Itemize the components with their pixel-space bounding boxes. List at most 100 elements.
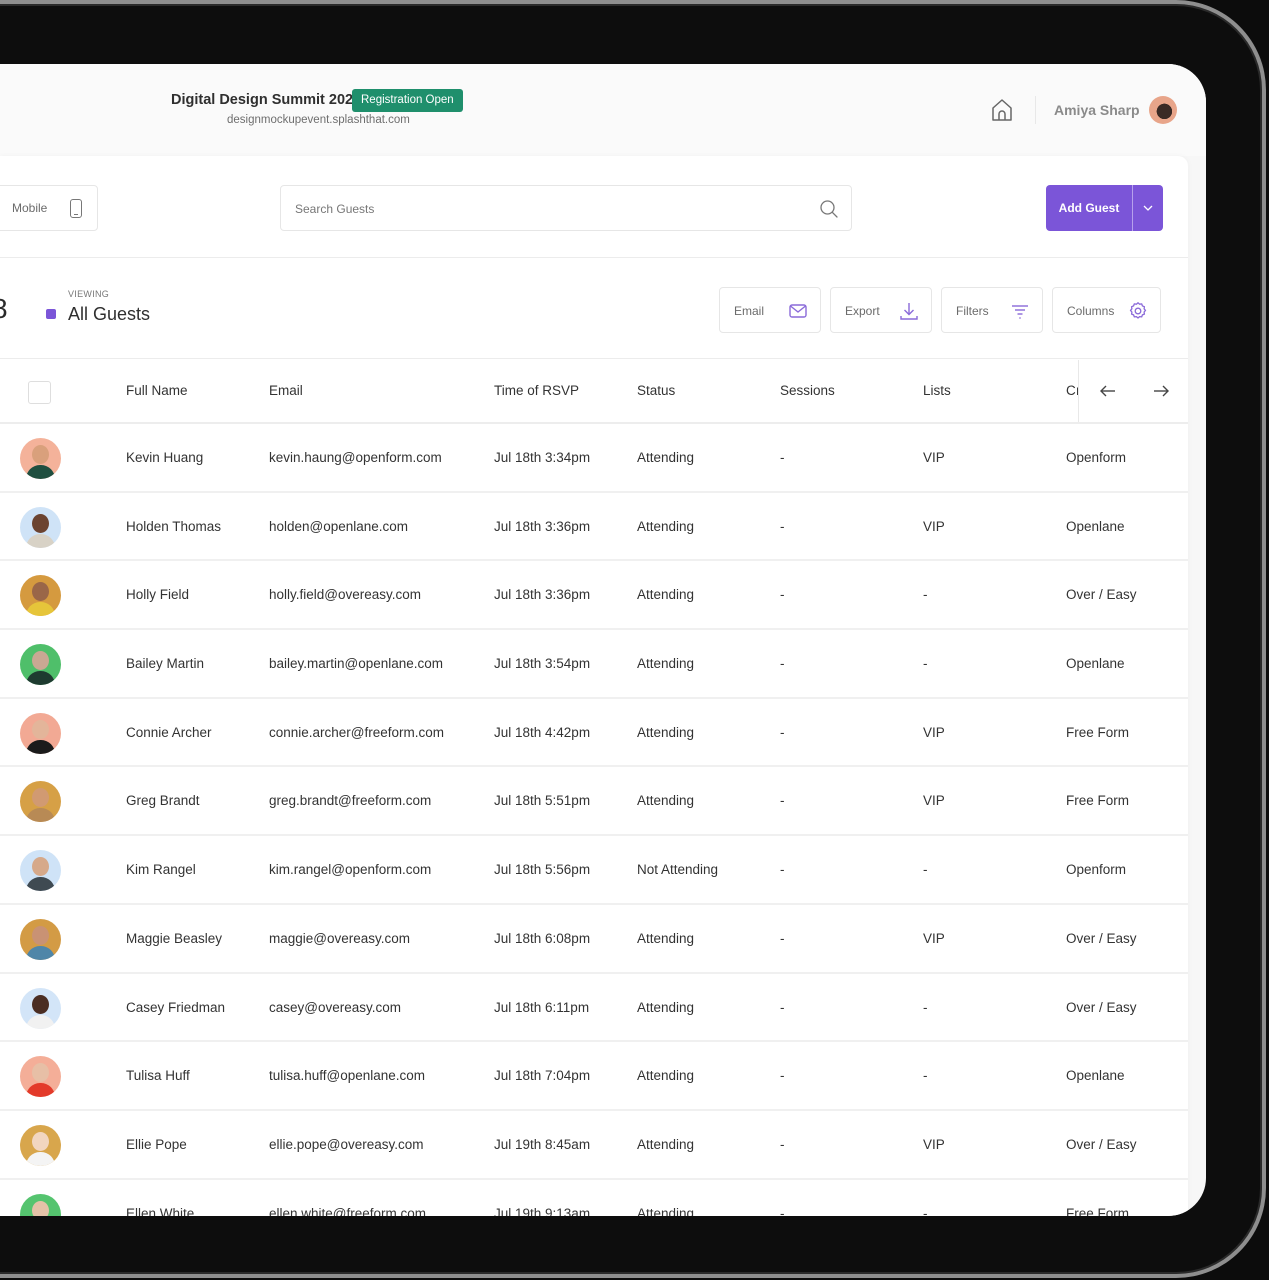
email-button-label: Email bbox=[734, 304, 765, 318]
cell-status: Attending bbox=[637, 999, 695, 1015]
cell-company: Free Form bbox=[1066, 793, 1130, 809]
cell-status: Attending bbox=[637, 450, 695, 465]
current-view-name[interactable]: All Guests bbox=[68, 304, 150, 325]
cell-email[interactable]: tulisa.huff@openlane.com bbox=[269, 1068, 425, 1083]
cell-full-name[interactable]: Maggie Beasley bbox=[126, 931, 222, 946]
cell-lists: - bbox=[923, 862, 928, 878]
cell-status: Attending bbox=[637, 1205, 695, 1216]
cell-email[interactable]: bailey.martin@openlane.com bbox=[269, 656, 443, 671]
avatar-head bbox=[32, 582, 49, 602]
cell-email[interactable]: casey@overeasy.com bbox=[269, 1000, 401, 1015]
filters-button[interactable]: Filters bbox=[941, 287, 1043, 333]
cell-full-name[interactable]: Greg Brandt bbox=[126, 793, 200, 808]
filter-icon bbox=[1012, 305, 1028, 319]
home-button[interactable] bbox=[988, 97, 1016, 123]
cell-email[interactable]: connie.archer@freeform.com bbox=[269, 725, 444, 740]
table-row[interactable]: Tulisa Huff tulisa.huff@openlane.com Jul 1… bbox=[0, 1042, 1188, 1111]
search-icon[interactable] bbox=[819, 199, 839, 219]
cell-company: Over / Easy bbox=[1066, 930, 1137, 946]
cell-full-name[interactable]: Holden Thomas bbox=[126, 519, 221, 534]
table-row[interactable]: Casey Friedman casey@overeasy.com Jul 18th… bbox=[0, 974, 1188, 1043]
cell-full-name[interactable]: Ellen White bbox=[126, 1206, 194, 1216]
search-input[interactable] bbox=[295, 198, 795, 220]
cell-sessions: - bbox=[780, 1205, 785, 1216]
cell-company: Openlane bbox=[1066, 656, 1125, 672]
email-button[interactable]: Email bbox=[719, 287, 821, 333]
cell-sessions: - bbox=[780, 1068, 785, 1084]
add-guest-button[interactable]: Add Guest bbox=[1046, 185, 1132, 231]
avatar-body bbox=[26, 739, 55, 754]
table-row[interactable]: Holden Thomas holden@openlane.com Jul 18th… bbox=[0, 493, 1188, 562]
cell-sessions: - bbox=[780, 587, 785, 603]
select-all-checkbox[interactable] bbox=[28, 381, 51, 404]
table-row[interactable]: Ellen White ellen.white@freeform.com Jul 1… bbox=[0, 1180, 1188, 1216]
cell-full-name[interactable]: Kim Rangel bbox=[126, 862, 196, 877]
view-header: 8 VIEWING All Guests Email Export bbox=[0, 259, 1188, 359]
cell-time-of-rsvp: Jul 18th 5:56pm bbox=[494, 862, 591, 878]
avatar-body bbox=[26, 877, 55, 892]
cell-company: Over / Easy bbox=[1066, 587, 1137, 603]
table-row[interactable]: Ellie Pope ellie.pope@overeasy.com Jul 19t… bbox=[0, 1111, 1188, 1180]
avatar-body bbox=[26, 808, 55, 823]
cell-sessions: - bbox=[780, 724, 785, 740]
table-row[interactable]: Holly Field holly.field@overeasy.com Jul 1… bbox=[0, 561, 1188, 631]
cell-time-of-rsvp: Jul 18th 7:04pm bbox=[494, 1068, 591, 1084]
column-header-status[interactable]: Status bbox=[637, 383, 675, 398]
cell-full-name[interactable]: Casey Friedman bbox=[126, 1000, 225, 1015]
table-row[interactable]: Kim Rangel kim.rangel@openform.com Jul 18t… bbox=[0, 836, 1188, 905]
cell-full-name[interactable]: Tulisa Huff bbox=[126, 1068, 190, 1083]
cell-company: Free Form bbox=[1066, 724, 1130, 740]
table-row[interactable]: Connie Archer connie.archer@freeform.com J… bbox=[0, 699, 1188, 768]
cell-sessions: - bbox=[780, 793, 785, 809]
arrow-right-icon[interactable] bbox=[1149, 380, 1173, 402]
export-button[interactable]: Export bbox=[830, 287, 932, 333]
cell-full-name[interactable]: Connie Archer bbox=[126, 725, 212, 740]
column-header-email[interactable]: Email bbox=[269, 383, 303, 398]
cell-email[interactable]: kim.rangel@openform.com bbox=[269, 862, 431, 877]
guest-avatar bbox=[20, 712, 61, 754]
avatar-body bbox=[26, 671, 55, 686]
cell-email[interactable]: kevin.haung@openform.com bbox=[269, 450, 442, 465]
cell-status: Attending bbox=[637, 656, 695, 672]
column-header-full-name[interactable]: Full Name bbox=[126, 383, 188, 398]
cell-email[interactable]: maggie@overeasy.com bbox=[269, 931, 410, 946]
cell-email[interactable]: greg.brandt@freeform.com bbox=[269, 793, 431, 808]
avatar-body bbox=[26, 602, 55, 617]
table-row[interactable]: Greg Brandt greg.brandt@freeform.com Jul 1… bbox=[0, 767, 1188, 837]
cell-full-name[interactable]: Bailey Martin bbox=[126, 656, 204, 671]
columns-button[interactable]: Columns bbox=[1052, 287, 1161, 333]
cell-email[interactable]: holden@openlane.com bbox=[269, 519, 408, 534]
table-row[interactable]: Bailey Martin bailey.martin@openlane.com J… bbox=[0, 630, 1188, 699]
cell-full-name[interactable]: Kevin Huang bbox=[126, 450, 203, 465]
column-header-lists[interactable]: Lists bbox=[923, 383, 951, 398]
registration-status-badge: Registration Open bbox=[352, 89, 463, 112]
avatar-head bbox=[32, 1063, 49, 1083]
user-name[interactable]: Amiya Sharp bbox=[1054, 102, 1140, 118]
table-row[interactable]: Kevin Huang kevin.haung@openform.com Jul 1… bbox=[0, 424, 1188, 493]
guest-avatar bbox=[20, 987, 61, 1029]
cell-time-of-rsvp: Jul 18th 3:34pm bbox=[494, 450, 591, 465]
column-header-sessions[interactable]: Sessions bbox=[780, 383, 835, 398]
cell-email[interactable]: ellie.pope@overeasy.com bbox=[269, 1137, 424, 1152]
arrow-left-icon[interactable] bbox=[1096, 380, 1120, 402]
cell-sessions: - bbox=[780, 518, 785, 534]
cell-sessions: - bbox=[780, 656, 785, 672]
user-avatar[interactable] bbox=[1149, 96, 1177, 124]
event-url-link[interactable]: designmockupevent.splashthat.com bbox=[227, 114, 410, 126]
cell-lists: VIP bbox=[923, 724, 945, 740]
cell-lists: - bbox=[923, 1068, 928, 1084]
add-guest-dropdown-toggle[interactable] bbox=[1133, 185, 1163, 231]
search-field[interactable] bbox=[280, 185, 852, 231]
cell-email[interactable]: holly.field@overeasy.com bbox=[269, 587, 421, 602]
column-header-time-of-rsvp[interactable]: Time of RSVP bbox=[494, 383, 579, 398]
cell-time-of-rsvp: Jul 18th 3:54pm bbox=[494, 656, 591, 672]
top-header: Digital Design Summit 2021 Registration … bbox=[0, 64, 1206, 156]
cell-status: Attending bbox=[637, 793, 695, 809]
cell-time-of-rsvp: Jul 19th 8:45am bbox=[494, 1136, 591, 1152]
table-row[interactable]: Maggie Beasley maggie@overeasy.com Jul 18t… bbox=[0, 905, 1188, 974]
mobile-preview-button[interactable]: Mobile bbox=[0, 185, 98, 231]
cell-email[interactable]: ellen.white@freeform.com bbox=[269, 1206, 426, 1216]
cell-full-name[interactable]: Ellie Pope bbox=[126, 1137, 187, 1152]
cell-full-name[interactable]: Holly Field bbox=[126, 587, 189, 602]
guest-list-card: Mobile Add Guest 8 bbox=[0, 156, 1188, 1216]
